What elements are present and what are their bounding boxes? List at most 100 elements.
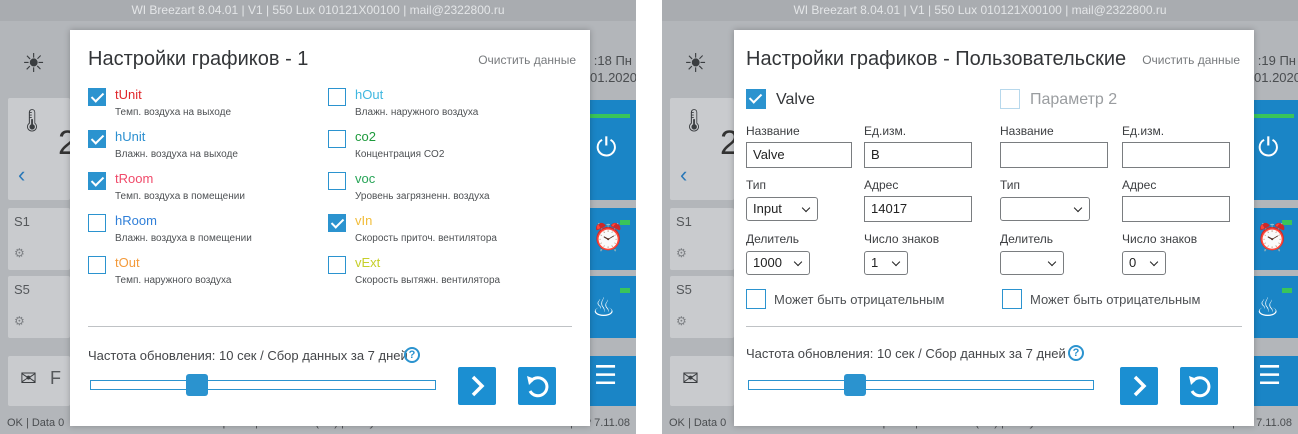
param2-unit-label: Ед.изм.: [1122, 124, 1165, 138]
status-topbar: WI Breezart 8.04.01 | V1 | 550 Lux 01012…: [662, 0, 1298, 21]
param2-name-input[interactable]: [1000, 142, 1108, 168]
param2-negative-label: Может быть отрицательным: [1030, 292, 1201, 307]
chevron-down-icon: [1047, 257, 1057, 267]
bg-time: :18 Пн 01.2020: [590, 52, 636, 86]
param2-checkbox[interactable]: [1000, 89, 1020, 109]
help-icon[interactable]: ?: [1068, 345, 1084, 361]
chevron-down-icon: [1073, 203, 1083, 213]
param1-negative-checkbox[interactable]: [746, 289, 766, 309]
param-desc-tOut: Темп. наружного воздуха: [115, 275, 232, 286]
chevron-down-icon: [801, 203, 811, 213]
param-desc-vIn: Скорость приточ. вентилятора: [355, 233, 497, 244]
param1-type-select[interactable]: Input: [746, 197, 818, 221]
chevron-right-icon: [1133, 375, 1147, 397]
param1-digits-value: 1: [871, 255, 879, 270]
bg-fan-indicator: [620, 288, 630, 293]
chart-settings-dialog: Настройки графиков - 1 Очистить данные t…: [70, 30, 590, 426]
checkbox-voc[interactable]: [328, 172, 346, 190]
thermometer-icon: 🌡: [680, 108, 708, 133]
param-desc-tRoom: Темп. воздуха в помещении: [115, 191, 245, 202]
next-button[interactable]: [458, 367, 496, 405]
param-name-tOut: tOut: [115, 255, 140, 270]
param-name-tRoom: tRoom: [115, 171, 154, 186]
bg-time: :19 Пн 01.2020: [1254, 52, 1298, 86]
param1-negative-label: Может быть отрицательным: [774, 292, 945, 307]
reset-icon: [1189, 376, 1211, 398]
param1-name-label: Название: [746, 124, 800, 138]
param2-negative-checkbox[interactable]: [1002, 289, 1022, 309]
left-screen: WI Breezart 8.04.01 | V1 | 550 Lux 01012…: [0, 0, 636, 434]
param2-name-label: Название: [1000, 124, 1054, 138]
checkbox-hRoom[interactable]: [88, 214, 106, 232]
checkbox-hOut[interactable]: [328, 88, 346, 106]
alarm-clock-icon: ⏰: [592, 222, 625, 252]
bg-time-value: :18 Пн: [593, 53, 632, 68]
history-slider-track[interactable]: [748, 380, 1094, 390]
history-slider-track[interactable]: [90, 380, 436, 390]
param1-address-label: Адрес: [864, 178, 899, 192]
param1-checkbox[interactable]: [746, 89, 766, 109]
gear-icon: ⚙: [676, 314, 687, 328]
chevron-down-icon: [793, 257, 803, 267]
custom-chart-settings-dialog: Настройки графиков - Пользовательские Оч…: [734, 30, 1254, 426]
param-desc-co2: Концентрация CO2: [355, 149, 445, 160]
param1-unit-label: Ед.изм.: [864, 124, 907, 138]
checkbox-hUnit[interactable]: [88, 130, 106, 148]
heater-icon: ♨: [1256, 292, 1280, 322]
chevron-right-icon: [471, 375, 485, 397]
param-desc-tUnit: Темп. воздуха на выходе: [115, 107, 232, 118]
sun-icon: ☀: [22, 48, 46, 78]
history-slider-thumb[interactable]: [844, 374, 866, 396]
param1-address-input[interactable]: 14017: [864, 196, 972, 222]
chevron-down-icon: [1149, 257, 1159, 267]
right-screen: WI Breezart 8.04.01 | V1 | 550 Lux 01012…: [662, 0, 1298, 434]
param1-digits-label: Число знаков: [864, 232, 940, 246]
reset-button[interactable]: [1180, 367, 1218, 405]
reset-button[interactable]: [518, 367, 556, 405]
bg-s1-label: S1: [14, 214, 30, 229]
mail-icon: ✉: [20, 368, 37, 390]
param1-type-label: Тип: [746, 178, 767, 192]
param2-divider-label: Делитель: [1000, 232, 1053, 246]
chevron-left-icon[interactable]: ‹: [18, 162, 25, 188]
menu-icon: ☰: [1258, 360, 1282, 390]
clear-data-link[interactable]: Очистить данные: [478, 53, 576, 67]
checkbox-vIn[interactable]: [328, 214, 346, 232]
param-name-hRoom: hRoom: [115, 213, 157, 228]
param2-digits-value: 0: [1129, 255, 1137, 270]
checkbox-tOut[interactable]: [88, 256, 106, 274]
status-ok: OK | Data 0: [7, 417, 65, 429]
param2-label: Параметр 2: [1030, 91, 1118, 108]
history-slider-thumb[interactable]: [186, 374, 208, 396]
param2-type-select[interactable]: [1000, 197, 1090, 221]
bg-letter: F: [50, 368, 61, 388]
checkbox-vExt[interactable]: [328, 256, 346, 274]
thermometer-icon: 🌡: [18, 108, 46, 133]
bg-time-value: :19 Пн: [1257, 53, 1296, 68]
bg-mail-card[interactable]: [670, 356, 734, 406]
param-desc-voc: Уровень загрязненн. воздуха: [355, 191, 490, 202]
checkbox-tUnit[interactable]: [88, 88, 106, 106]
param2-digits-select[interactable]: 0: [1122, 251, 1166, 275]
param-desc-hOut: Влажн. наружного воздуха: [355, 107, 479, 118]
menu-icon: ☰: [594, 360, 618, 390]
help-icon[interactable]: ?: [404, 347, 420, 363]
param2-address-input[interactable]: [1122, 196, 1230, 222]
param2-unit-input[interactable]: [1122, 142, 1230, 168]
param2-divider-select[interactable]: [1000, 251, 1064, 275]
chevron-down-icon: [891, 257, 901, 267]
divider: [746, 326, 1242, 327]
checkbox-co2[interactable]: [328, 130, 346, 148]
checkbox-tRoom[interactable]: [88, 172, 106, 190]
param1-divider-select[interactable]: 1000: [746, 251, 810, 275]
chevron-left-icon[interactable]: ‹: [680, 162, 687, 188]
param1-digits-select[interactable]: 1: [864, 251, 908, 275]
bg-s1-label: S1: [676, 214, 692, 229]
param1-unit-input[interactable]: B: [864, 142, 972, 168]
param-desc-hRoom: Влажн. воздуха в помещении: [115, 233, 252, 244]
gear-icon: ⚙: [14, 314, 25, 328]
param1-name-input[interactable]: Valve: [746, 142, 852, 168]
clear-data-link[interactable]: Очистить данные: [1142, 53, 1240, 67]
next-button[interactable]: [1120, 367, 1158, 405]
param1-label: Valve: [776, 91, 815, 108]
